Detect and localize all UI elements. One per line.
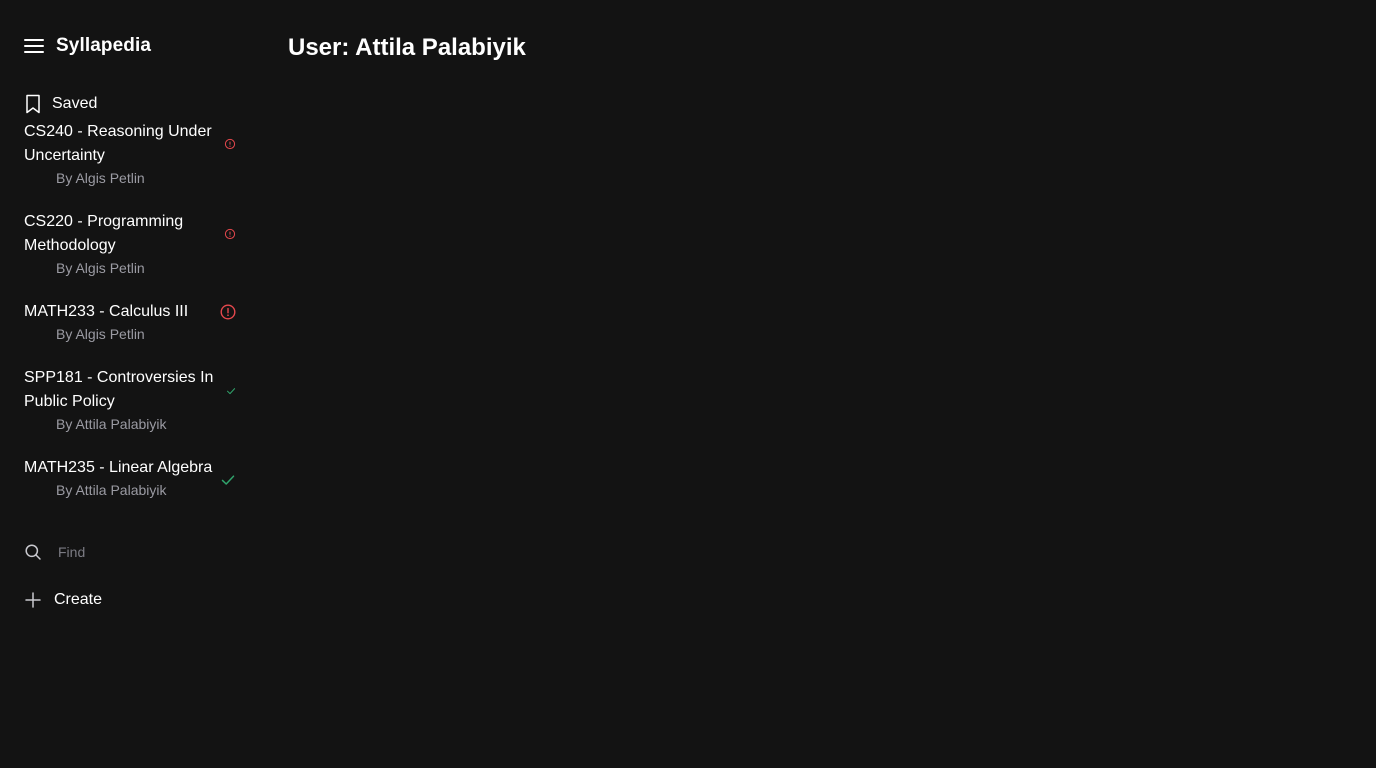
course-author: By Attila Palabiyik [56,416,167,432]
bookmark-icon [26,94,40,114]
page-title: User: Attila Palabiyik [288,34,526,61]
create-button[interactable]: Create [24,588,102,612]
course-item-math235[interactable]: MATH235 - Linear Algebra By Attila Palab… [24,456,236,522]
saved-course-list: CS240 - Reasoning Under Uncertainty By A… [24,120,236,522]
search-icon [25,544,41,560]
warning-icon [224,138,236,150]
brand[interactable]: Syllapedia [24,34,151,58]
check-icon [220,472,236,488]
course-author: By Algis Petlin [56,260,145,276]
course-title: CS240 - Reasoning Under Uncertainty [24,123,212,164]
course-item-cs220[interactable]: CS220 - Programming Methodology By Algis… [24,210,236,300]
course-item-math233[interactable]: MATH233 - Calculus III By Algis Petlin [24,300,236,366]
hamburger-menu-icon[interactable] [24,38,44,54]
check-icon [226,386,236,396]
warning-icon [220,304,236,320]
create-label: Create [54,591,103,608]
course-author: By Algis Petlin [56,170,145,186]
course-title: MATH235 - Linear Algebra [24,459,213,476]
saved-section-header: Saved [24,94,97,114]
course-item-cs240[interactable]: CS240 - Reasoning Under Uncertainty By A… [24,120,236,210]
course-title: CS220 - Programming Methodology [24,213,184,254]
find-field[interactable] [24,540,236,564]
course-title: SPP181 - Controversies In Public Policy [24,369,214,410]
course-item-spp181[interactable]: SPP181 - Controversies In Public Policy … [24,366,236,456]
sidebar: Syllapedia Saved CS240 - Reasoning Under… [0,0,256,768]
saved-label: Saved [52,95,98,112]
plus-icon [25,592,41,608]
course-author: By Attila Palabiyik [56,482,167,498]
course-title: MATH233 - Calculus III [24,303,189,320]
course-author: By Algis Petlin [56,326,145,342]
app-title: Syllapedia [56,35,151,56]
find-input[interactable] [58,544,218,560]
warning-icon [224,228,236,240]
